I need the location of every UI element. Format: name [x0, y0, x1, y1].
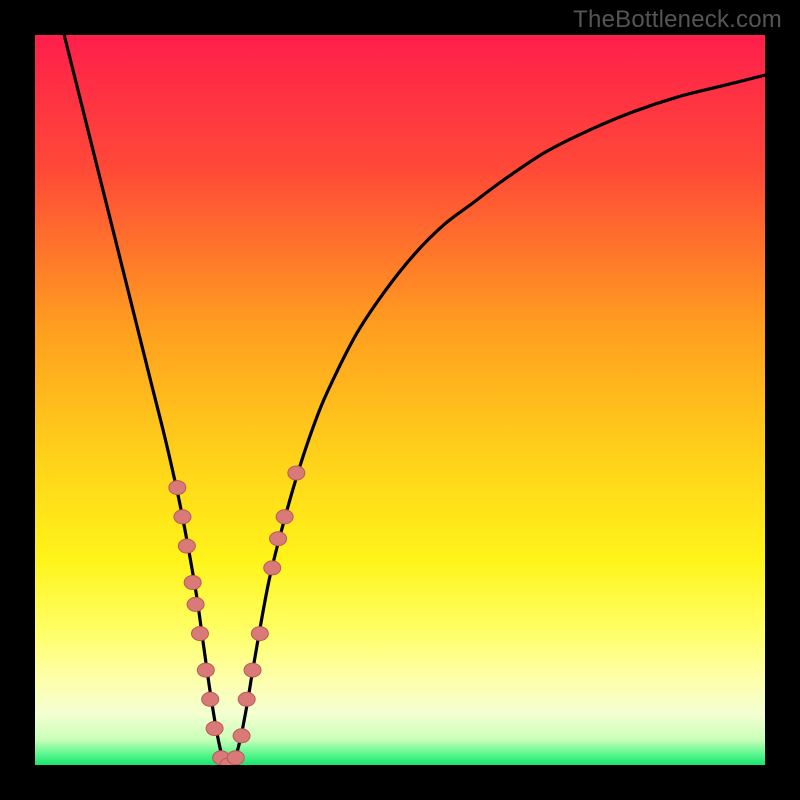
plot-area: [35, 35, 765, 765]
data-marker: [251, 627, 268, 641]
data-marker: [288, 466, 305, 480]
data-marker: [174, 510, 191, 524]
watermark-text: TheBottleneck.com: [573, 6, 782, 34]
bottleneck-curve: [64, 35, 765, 765]
data-marker: [184, 576, 201, 590]
data-marker: [244, 663, 261, 677]
data-marker: [227, 751, 244, 765]
data-marker: [270, 532, 287, 546]
data-marker: [169, 481, 186, 495]
data-marker: [202, 692, 219, 706]
chart-frame: TheBottleneck.com: [0, 0, 800, 800]
data-marker: [178, 539, 195, 553]
data-marker: [276, 510, 293, 524]
data-marker: [238, 692, 255, 706]
data-marker: [197, 663, 214, 677]
data-marker: [264, 561, 281, 575]
marker-group: [169, 466, 305, 765]
data-marker: [206, 722, 223, 736]
data-marker: [191, 627, 208, 641]
curve-layer: [35, 35, 765, 765]
data-marker: [233, 729, 250, 743]
data-marker: [187, 597, 204, 611]
